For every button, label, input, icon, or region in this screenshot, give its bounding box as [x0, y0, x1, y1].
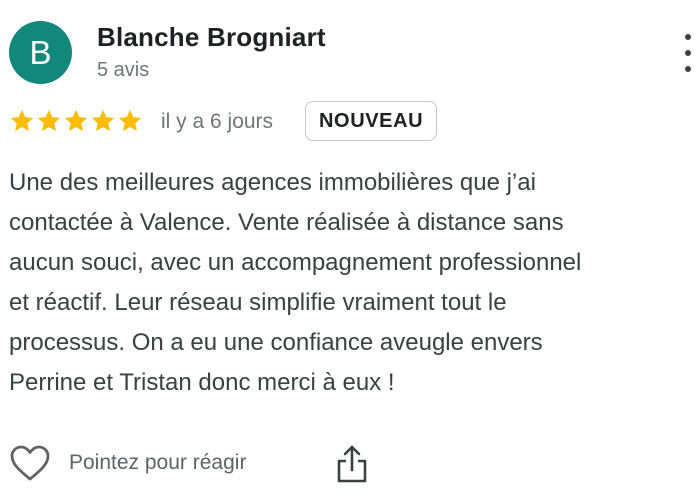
more-dot [685, 66, 691, 72]
review-text: Une des meilleures agences immobilières … [9, 163, 694, 403]
star-rating [9, 108, 143, 134]
review-text-line: processus. On a eu une confiance aveugle… [9, 329, 543, 356]
share-icon [337, 445, 367, 483]
avatar-initial: B [29, 33, 52, 71]
review-text-line: aucun souci, avec un accompagnement prof… [9, 249, 582, 276]
review-text-line: et réactif. Leur réseau simplifie vraime… [9, 289, 507, 316]
more-options-icon[interactable] [676, 34, 700, 72]
star-icon [10, 109, 34, 131]
heart-outline-icon [10, 445, 50, 481]
share-button[interactable] [335, 444, 369, 484]
new-badge: NOUVEAU [305, 101, 438, 141]
react-label: Pointez pour réagir [69, 451, 247, 474]
star-icon [118, 109, 142, 131]
star-icon [64, 109, 88, 131]
star-icon [91, 109, 115, 131]
avatar[interactable]: B [9, 21, 72, 84]
author-review-count: 5 avis [97, 59, 150, 81]
star-icon [37, 109, 61, 131]
review-text-line: Perrine et Tristan donc merci à eux ! [9, 369, 395, 396]
review-time: il y a 6 jours [161, 110, 274, 133]
review-text-line: Une des meilleures agences immobilières … [9, 169, 536, 196]
author-name[interactable]: Blanche Brogniart [97, 20, 326, 54]
more-dot [685, 34, 691, 40]
more-dot [685, 50, 691, 56]
react-button[interactable]: Pointez pour réagir [9, 444, 246, 482]
review-text-line: contactée à Valence. Vente réalisée à di… [9, 209, 564, 236]
